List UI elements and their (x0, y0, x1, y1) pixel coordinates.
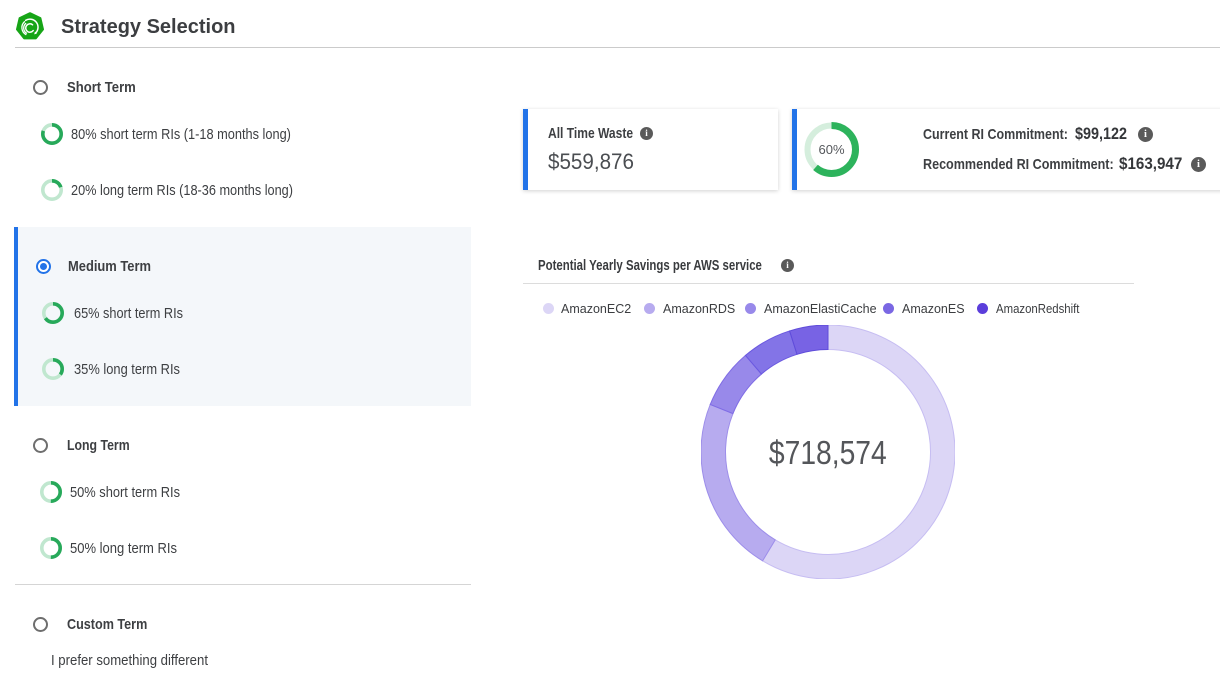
svg-text:60%: 60% (818, 142, 844, 157)
